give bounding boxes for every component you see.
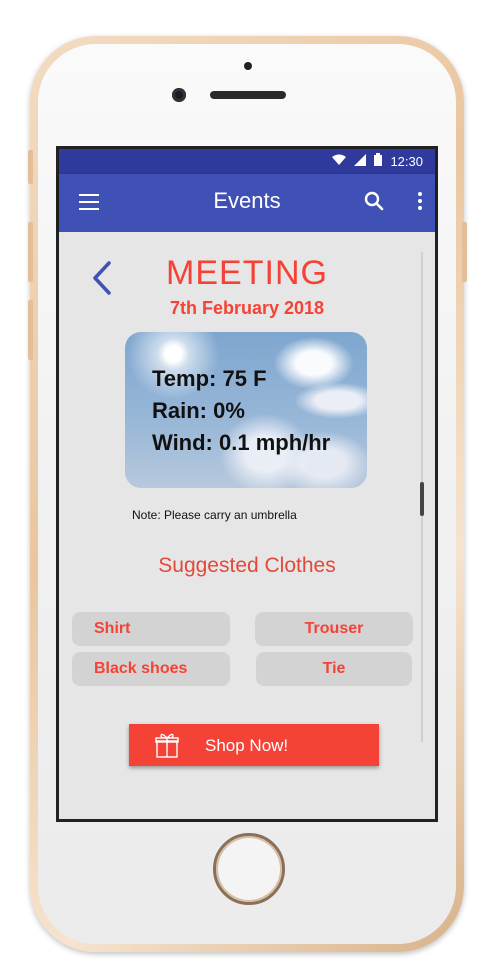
scrollbar-thumb[interactable] [420,482,424,516]
battery-icon [374,153,383,169]
event-date: 7th February 2018 [169,298,325,318]
app-bar: Events [59,174,435,232]
event-title: MEETING [166,254,328,292]
suggested-clothes-heading: Suggested Clothes [158,554,336,577]
status-icons: 12:30 [332,153,423,169]
clothes-chip-shirt[interactable]: Shirt [72,612,230,646]
clothes-chip-trouser[interactable]: Trouser [255,612,413,646]
signal-icon [354,153,367,169]
home-button[interactable] [213,833,285,905]
gift-icon [155,732,179,758]
wifi-icon [332,154,347,169]
phone-screen: 12:30 Events MEETING 7th February 2018 T… [56,146,438,822]
more-vert-icon[interactable] [417,192,423,212]
mute-switch [28,150,33,184]
power-button [462,222,467,282]
volume-up-button [28,222,33,282]
weather-note: Note: Please carry an umbrella [132,508,297,522]
weather-rain: Rain: 0% [152,398,245,423]
front-camera [172,88,186,102]
weather-card: Temp: 75 F Rain: 0% Wind: 0.1 mph/hr [125,332,367,488]
earpiece-speaker [210,91,286,99]
proximity-sensor [244,62,252,70]
weather-temp: Temp: 75 F [152,366,267,391]
volume-down-button [28,300,33,360]
weather-wind: Wind: 0.1 mph/hr [152,430,331,455]
clothes-chip-tie[interactable]: Tie [256,652,412,686]
status-bar: 12:30 [59,149,435,174]
shop-now-button[interactable]: Shop Now! [129,724,379,766]
status-time: 12:30 [390,153,423,169]
shop-now-label: Shop Now! [205,736,289,755]
clothes-chip-black-shoes[interactable]: Black shoes [72,652,230,686]
search-icon[interactable] [363,190,385,212]
